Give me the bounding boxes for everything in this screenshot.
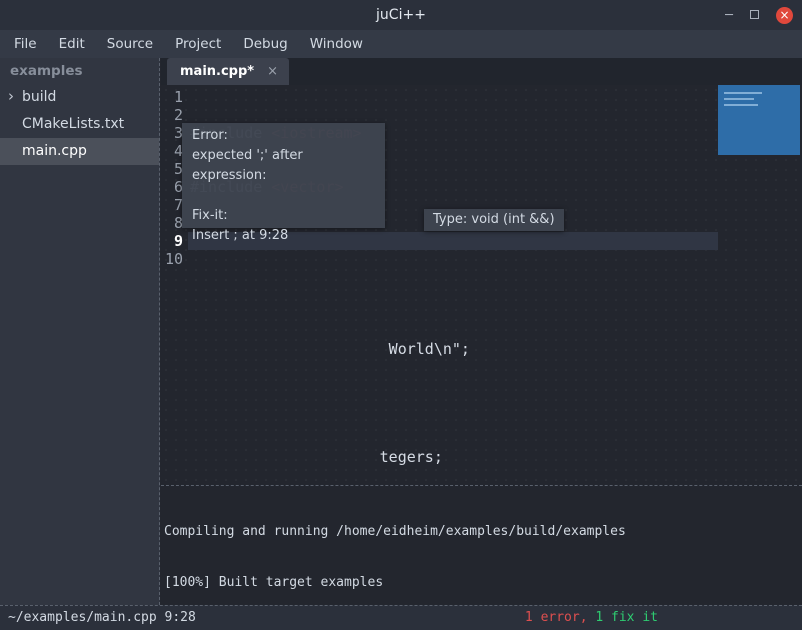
minimap[interactable] (718, 85, 800, 155)
code-line-6 (190, 394, 470, 412)
tree-item-cmakelists[interactable]: CMakeLists.txt (0, 111, 159, 138)
terminal-line: [100%] Built target examples (164, 574, 802, 591)
minimap-code-line (724, 98, 754, 100)
window-title: juCi++ (0, 0, 802, 30)
line-number: 1 (161, 88, 188, 106)
menu-debug[interactable]: Debug (235, 32, 295, 56)
titlebar[interactable]: juCi++ ─ × (0, 0, 802, 30)
maximize-icon (750, 10, 759, 19)
line-number: 10 (161, 250, 188, 268)
code-editor[interactable]: 1 2 3 4 5 6 7 8 9 10 #include <iostream>… (161, 85, 802, 485)
type-tooltip: Type: void (int &&) (424, 209, 564, 231)
diagnostics-status: 1 error, 1 fix it (525, 606, 658, 629)
error-count: 1 error, (525, 610, 588, 625)
tab-main-cpp[interactable]: main.cpp* × (167, 58, 289, 85)
statusbar: ~/examples/main.cpp 9:28 1 error, 1 fix … (0, 605, 802, 630)
close-icon: × (779, 9, 789, 21)
code-line-4 (190, 286, 470, 304)
code-line-7: tegers; (190, 448, 470, 466)
code-fragment: tegers; (380, 448, 443, 466)
close-button[interactable]: × (776, 7, 793, 24)
tab-close-icon[interactable]: × (267, 64, 278, 79)
line-number: 2 (161, 106, 188, 124)
juci-window: juCi++ ─ × File Edit Source Project Debu… (0, 0, 802, 630)
maximize-button[interactable] (750, 9, 759, 22)
tree-item-build[interactable]: › build (0, 84, 159, 111)
fixit-title: Fix-it: (192, 206, 375, 226)
error-tooltip-message: expected ';' after expression: (192, 146, 375, 186)
minimap-code-line (724, 92, 762, 94)
menu-edit[interactable]: Edit (51, 32, 93, 56)
minimize-icon: ─ (725, 8, 733, 23)
code-line-5: World\n"; (190, 340, 470, 358)
code-fragment: World\n"; (389, 340, 470, 358)
window-controls: ─ × (725, 0, 793, 30)
type-tooltip-text: Type: void (int &&) (433, 212, 555, 227)
file-location-status: ~/examples/main.cpp 9:28 (8, 606, 196, 629)
minimap-code-line (724, 104, 758, 106)
line-number-current: 9 (161, 232, 188, 250)
tree-item-label: main.cpp (22, 143, 87, 159)
file-tree-panel: examples › build CMakeLists.txt main.cpp (0, 58, 160, 605)
menu-project[interactable]: Project (167, 32, 229, 56)
tab-label: main.cpp* (180, 64, 254, 79)
error-tooltip: Error: expected ';' after expression: Fi… (182, 123, 385, 228)
tree-item-main-cpp[interactable]: main.cpp (0, 138, 159, 165)
menu-window[interactable]: Window (302, 32, 371, 56)
error-tooltip-title: Error: (192, 126, 375, 146)
tabbar: main.cpp* × (161, 58, 802, 85)
tree-item-label: build (22, 89, 56, 105)
menu-file[interactable]: File (6, 32, 45, 56)
terminal-output[interactable]: Compiling and running /home/eidheim/exam… (161, 485, 802, 605)
chevron-right-icon[interactable]: › (8, 83, 14, 110)
fixit-count: 1 fix it (588, 610, 658, 625)
terminal-line: Compiling and running /home/eidheim/exam… (164, 523, 802, 540)
tree-item-label: CMakeLists.txt (22, 116, 124, 132)
project-root-label: examples (0, 58, 159, 84)
menubar: File Edit Source Project Debug Window (0, 30, 802, 58)
minimize-button[interactable]: ─ (725, 9, 733, 22)
menu-source[interactable]: Source (99, 32, 161, 56)
fixit-message: Insert ; at 9:28 (192, 226, 375, 246)
